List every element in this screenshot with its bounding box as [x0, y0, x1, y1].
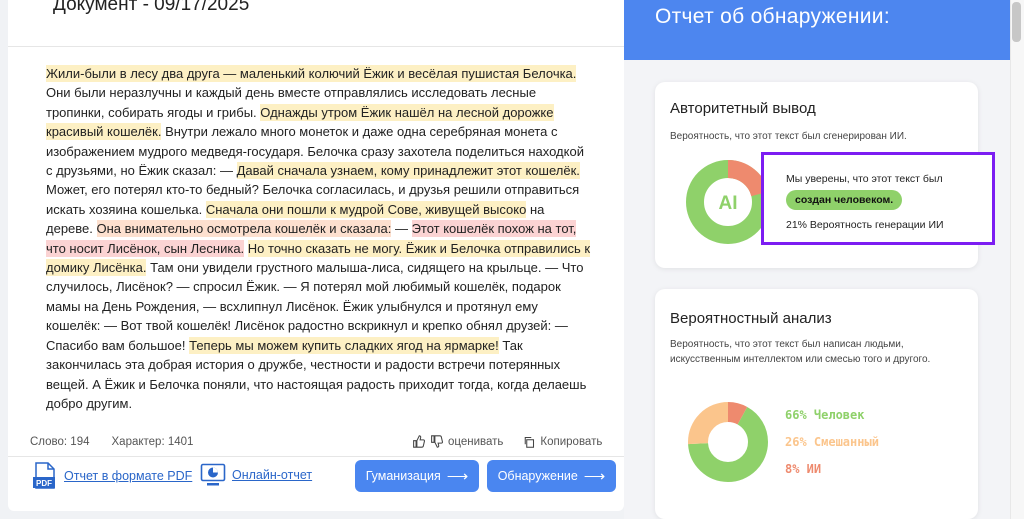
probabilistic-subtitle: Вероятность, что этот текст был написан … [670, 339, 931, 365]
scrollbar-thumb[interactable] [1012, 2, 1021, 42]
svg-text:PDF: PDF [36, 479, 52, 488]
divider [8, 456, 624, 457]
document-title: Документ - 09/17/2025 [53, 0, 250, 15]
thumbs-up-icon [413, 435, 425, 448]
probabilistic-card: Вероятностный анализ Вероятность, что эт… [655, 289, 978, 519]
gauge-label: AI [719, 193, 738, 214]
report-title: Отчет об обнаружении: [655, 5, 890, 28]
detect-label: Обнаружение [497, 469, 578, 483]
thumbs-down-icon [431, 435, 443, 448]
highlighted-sentence: Сначала они пошли к мудрой Сове, живущей… [205, 200, 527, 218]
pdf-report-link[interactable]: PDF Отчет в формате PDF [32, 462, 192, 490]
authoritative-title: Авторитетный вывод [670, 100, 816, 117]
probability-donut [688, 402, 768, 482]
verdict-line3: 21% Вероятность генерации ИИ [786, 219, 944, 231]
copy-icon [525, 436, 535, 448]
ai-gauge: AI [686, 160, 770, 244]
text-segment: — [391, 221, 412, 237]
copy-button[interactable]: Копировать [523, 436, 602, 448]
verdict-badge: создан человеком. [786, 190, 903, 210]
online-report-link[interactable]: Онлайн-отчет [200, 463, 312, 487]
document-stats: Слово: 194 Характер: 1401 [30, 436, 193, 448]
highlighted-sentence: Теперь мы можем купить сладких ягод на я… [189, 336, 499, 354]
word-count: Слово: 194 [30, 436, 90, 448]
probabilistic-title: Вероятностный анализ [670, 310, 832, 327]
online-report-label: Онлайн-отчет [232, 468, 313, 482]
arrow-right-icon: ⟶ [583, 468, 606, 485]
verdict-highlight: Мы уверены, что этот текст был создан че… [761, 152, 995, 245]
rate-button[interactable]: оценивать [412, 435, 503, 448]
humanize-button[interactable]: Гуманизация ⟶ [355, 460, 479, 492]
char-count: Характер: 1401 [111, 436, 194, 448]
divider [8, 46, 624, 47]
pdf-file-icon: PDF [33, 462, 55, 489]
pdf-report-label: Отчет в формате PDF [64, 469, 193, 483]
document-text: Жили-были в лесу два друга — маленький к… [46, 64, 594, 413]
rate-label: оценивать [448, 435, 504, 448]
scrollbar[interactable] [1010, 0, 1024, 519]
detect-button[interactable]: Обнаружение ⟶ [487, 460, 616, 492]
monitor-chart-icon [200, 463, 226, 486]
document-actions: оценивать Копировать [412, 435, 602, 448]
highlighted-sentence: Она внимательно осмотрела кошелёк и сказ… [96, 220, 392, 238]
legend-ai: 8% ИИ [785, 462, 822, 476]
copy-label: Копировать [540, 435, 603, 448]
humanize-label: Гуманизация [365, 469, 441, 483]
arrow-right-icon: ⟶ [446, 468, 469, 485]
legend-human: 66% Человек [785, 408, 865, 422]
verdict-line1: Мы уверены, что этот текст был [786, 173, 943, 185]
authoritative-subtitle: Вероятность, что этот текст был сгенерир… [670, 131, 907, 142]
highlighted-sentence: Жили-были в лесу два друга — маленький к… [46, 65, 577, 82]
legend-mixed: 26% Смешанный [785, 435, 879, 449]
document-card: Документ - 09/17/2025 Жили-были в лесу д… [8, 0, 624, 511]
highlighted-sentence: Давай сначала узнаем, кому принадлежит э… [236, 162, 580, 180]
